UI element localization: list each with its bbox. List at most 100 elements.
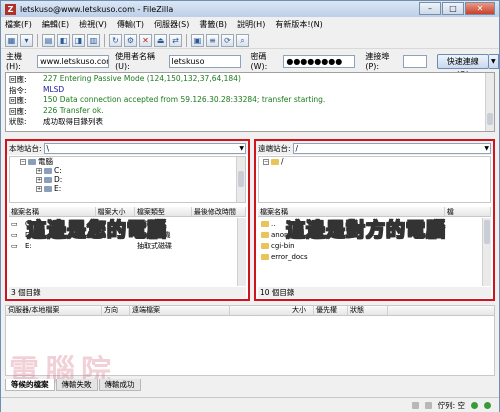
menu-transfer[interactable]: 傳輸(T) (117, 19, 144, 30)
collapse-icon[interactable]: − (263, 158, 269, 165)
toggle-queue-icon[interactable]: ▥ (87, 33, 100, 47)
log-line: 回應: 150 Data connection accepted from 59… (9, 95, 491, 106)
removable-drive-icon (44, 185, 52, 192)
local-tree-scrollbar[interactable] (236, 157, 245, 202)
remote-path-value: / (295, 143, 299, 153)
local-status: 3 個目錄 (9, 287, 246, 298)
scrollbar-thumb[interactable] (487, 113, 493, 125)
collapse-icon[interactable]: − (20, 158, 26, 165)
port-input[interactable] (402, 54, 427, 68)
remote-path-input[interactable]: / ▼ (292, 142, 491, 154)
column-header-priority[interactable]: 優先權 (314, 306, 348, 315)
tree-item-drive[interactable]: + E: (10, 184, 245, 193)
chevron-down-icon[interactable]: ▼ (239, 144, 244, 153)
message-log: 回應: 227 Entering Passive Mode (124,150,1… (5, 72, 495, 132)
password-input[interactable] (283, 54, 356, 68)
toggle-local-tree-icon[interactable]: ◧ (57, 33, 70, 47)
folder-icon (271, 158, 279, 165)
menu-view[interactable]: 檢視(V) (79, 19, 107, 30)
host-label: 主機(H): (6, 52, 22, 71)
menu-bookmarks[interactable]: 書籤(B) (199, 19, 227, 30)
window-controls: – □ ✕ (419, 2, 495, 15)
tab-failed-transfers[interactable]: 傳輸失敗 (55, 379, 98, 391)
remote-status: 10 個目錄 (258, 287, 491, 298)
tree-item-root[interactable]: − / (259, 157, 490, 166)
expand-icon[interactable]: + (36, 167, 42, 174)
expand-icon[interactable]: + (36, 185, 42, 192)
tree-item-drive[interactable]: + D: (10, 175, 245, 184)
dropdown-arrow-icon[interactable]: ▾ (20, 33, 33, 47)
computer-icon (28, 158, 36, 165)
local-tree: − 電腦 + C: + D: + E: (9, 156, 246, 203)
close-button[interactable]: ✕ (465, 2, 495, 15)
column-header-status[interactable]: 狀態 (348, 306, 388, 315)
local-pane: 本地站台: \ ▼ − 電腦 + C: + D: + E: 檔案名稱 檔案大小 … (5, 139, 250, 301)
log-kind: 狀態: (9, 117, 27, 126)
column-header-modified[interactable]: 最後修改時間 (192, 207, 247, 216)
tree-item-computer[interactable]: − 電腦 (10, 157, 245, 166)
file-name: error_docs (271, 252, 308, 261)
disconnect-icon[interactable]: ⏏ (154, 33, 167, 47)
quickconnect-button[interactable]: 快速連線(Q) (436, 53, 489, 79)
log-line: 回應: 226 Transfer ok. (9, 106, 491, 117)
folder-icon (261, 242, 269, 249)
file-type: 抽取式磁碟 (137, 241, 172, 250)
activity-indicator-icon (471, 401, 478, 409)
menu-edit[interactable]: 編輯(E) (42, 19, 69, 30)
scrollbar-thumb[interactable] (484, 220, 490, 244)
search-icon[interactable]: ⌕ (236, 33, 249, 47)
process-queue-icon[interactable]: ⚙ (124, 33, 137, 47)
log-line: 回應: 227 Entering Passive Mode (124,150,1… (9, 74, 491, 85)
remote-list-scrollbar[interactable] (482, 218, 491, 286)
column-header-size[interactable]: 檔 (445, 207, 491, 216)
reconnect-icon[interactable]: ⇄ (169, 33, 182, 47)
tree-item-label: 電腦 (38, 157, 53, 166)
speed-limit-icon (424, 401, 432, 409)
log-kind: 指令: (9, 85, 27, 95)
toggle-log-icon[interactable]: ▤ (42, 33, 55, 47)
column-header-server-local[interactable]: 伺服器/本地檔案 (6, 306, 102, 315)
menu-new-version[interactable]: 有新版本!(N) (275, 19, 322, 30)
local-path-input[interactable]: \ ▼ (43, 142, 246, 154)
tab-successful-transfers[interactable]: 傳輸成功 (98, 379, 141, 391)
log-kind: 回應: (9, 96, 27, 105)
file-name: cgi-bin (271, 241, 295, 250)
log-kind: 回應: (9, 75, 27, 84)
sync-browse-icon[interactable]: ⟳ (221, 33, 234, 47)
column-header-size[interactable]: 大小 (290, 306, 314, 315)
log-message: 227 Entering Passive Mode (124,150,132,3… (43, 74, 241, 83)
local-list-scrollbar[interactable] (237, 218, 246, 286)
expand-icon[interactable]: + (36, 176, 42, 183)
local-site-label: 本地站台: (9, 143, 42, 153)
tree-item-label: C: (54, 166, 62, 175)
quickconnect-history-icon[interactable]: ▼ (488, 53, 499, 69)
chevron-down-icon[interactable]: ▼ (484, 144, 489, 153)
column-header-direction[interactable]: 方向 (102, 306, 130, 315)
host-input[interactable] (37, 54, 110, 68)
drive-icon (44, 167, 52, 174)
log-scrollbar[interactable] (485, 73, 494, 131)
tab-queued-files[interactable]: 等候的檔案 (5, 379, 55, 391)
cancel-icon[interactable]: ✕ (139, 33, 152, 47)
toggle-remote-tree-icon[interactable]: ◨ (72, 33, 85, 47)
tree-item-drive[interactable]: + C: (10, 166, 245, 175)
quickconnect-bar: 主機(H): 使用者名稱(U): 密碼(W): 連接埠(P): 快速連線(Q) … (1, 51, 499, 79)
username-label: 使用者名稱(U): (115, 52, 156, 71)
file-name: .. (271, 219, 276, 228)
compare-icon[interactable]: ≡ (206, 33, 219, 47)
username-input[interactable] (168, 54, 241, 68)
refresh-icon[interactable]: ↻ (109, 33, 122, 47)
minimize-button[interactable]: – (419, 2, 441, 15)
maximize-button[interactable]: □ (442, 2, 464, 15)
menu-server[interactable]: 伺服器(S) (154, 19, 189, 30)
menu-help[interactable]: 說明(H) (237, 19, 265, 30)
log-message: 成功取得目錄列表 (43, 117, 103, 126)
filter-icon[interactable]: ▣ (191, 33, 204, 47)
menu-file[interactable]: 檔案(F) (5, 19, 32, 30)
file-row[interactable]: error_docs (258, 251, 491, 262)
status-bar: 佇列: 空 (1, 397, 499, 412)
site-manager-icon[interactable]: ▦ (5, 33, 18, 47)
scrollbar-thumb[interactable] (238, 171, 244, 187)
column-header-remote-file[interactable]: 遠端檔案 (130, 306, 230, 315)
remote-pane: 遠端站台: / ▼ − / 檔案名稱 檔 .. anon_ftp cgi-bin… (254, 139, 495, 301)
